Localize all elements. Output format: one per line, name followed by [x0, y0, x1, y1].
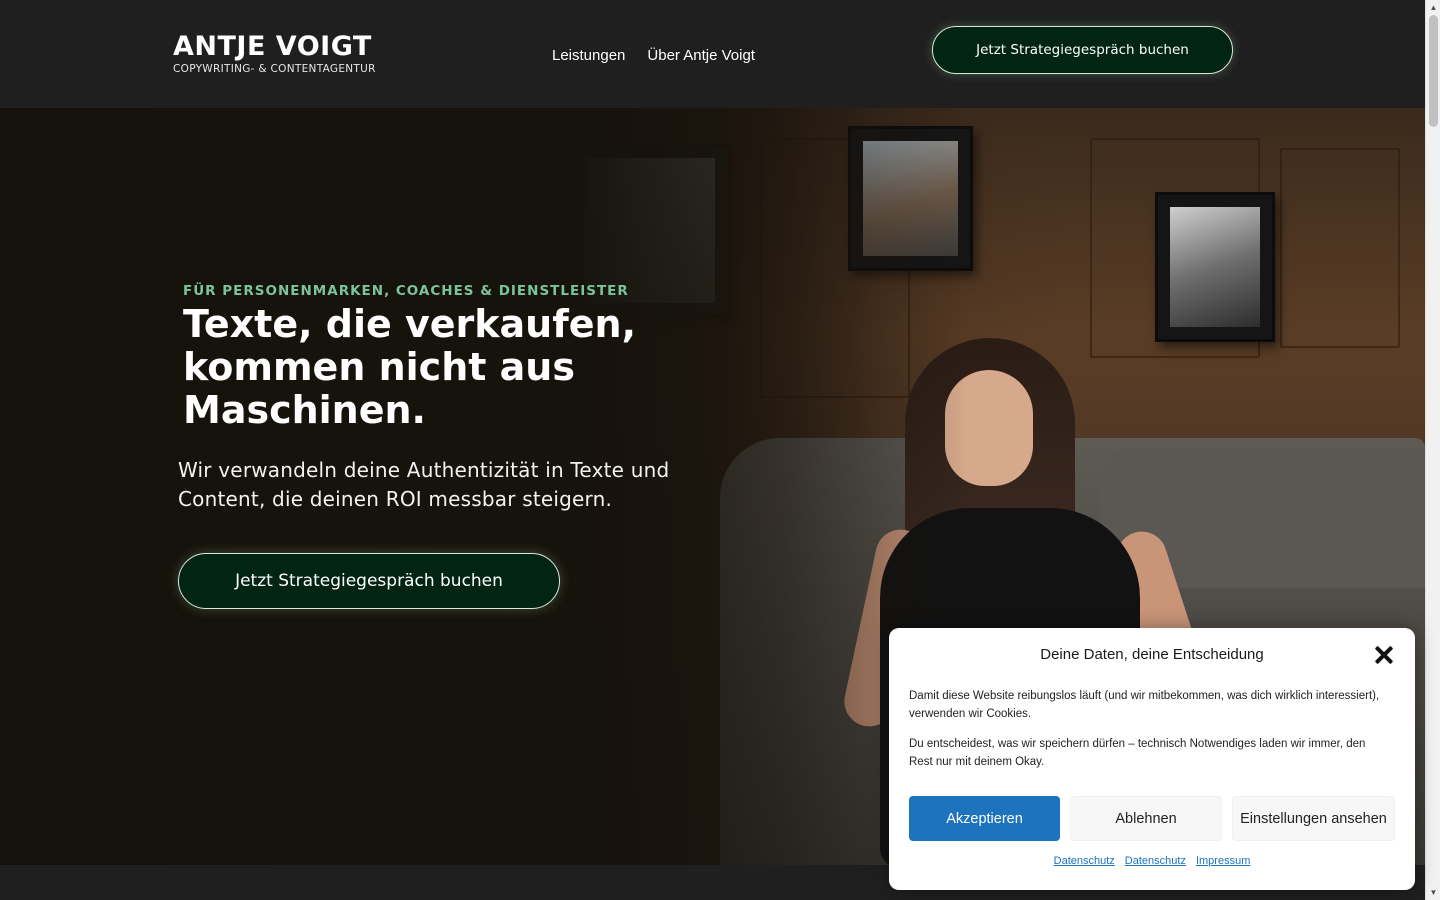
nav-link-ueber-antje-voigt[interactable]: Über Antje Voigt	[647, 47, 755, 64]
cookie-deny-button[interactable]: Ablehnen	[1070, 796, 1222, 841]
scroll-down-arrow-icon[interactable]: ▼	[1426, 885, 1440, 900]
cookie-accept-button[interactable]: Akzeptieren	[909, 796, 1060, 841]
scrollbar-thumb[interactable]	[1429, 15, 1438, 127]
scroll-up-arrow-icon[interactable]: ▲	[1426, 0, 1440, 15]
close-icon[interactable]	[1373, 644, 1395, 666]
nav-link-leistungen[interactable]: Leistungen	[552, 47, 625, 64]
cookie-legal-links: Datenschutz Datenschutz Impressum	[889, 855, 1415, 867]
logo-wordmark: ANTJE VOIGT	[173, 31, 372, 62]
site-header: ANTJE VOIGT COPYWRITING- & CONTENTAGENTU…	[0, 0, 1425, 108]
cookie-settings-button[interactable]: Einstellungen ansehen	[1232, 796, 1395, 841]
cookie-text-intro: Damit diese Website reibungslos läuft (u…	[909, 690, 1380, 720]
imprint-link[interactable]: Impressum	[1196, 855, 1250, 867]
hero-headline: Texte, die verkaufen, kommen nicht aus M…	[183, 302, 637, 432]
hero-eyebrow: FÜR PERSONENMARKEN, COACHES & DIENSTLEIS…	[183, 283, 629, 299]
page-scrollbar[interactable]: ▲ ▼	[1425, 0, 1440, 900]
header-booking-button[interactable]: Jetzt Strategiegespräch buchen	[932, 26, 1233, 74]
privacy-link[interactable]: Datenschutz	[1054, 855, 1115, 867]
hero-booking-button[interactable]: Jetzt Strategiegespräch buchen	[178, 553, 560, 609]
hero-subline: Wir verwandeln deine Authentizität in Te…	[178, 458, 670, 511]
main-nav: Leistungen Über Antje Voigt	[552, 47, 755, 64]
cookie-dialog-title: Deine Daten, deine Entscheidung	[1040, 646, 1264, 663]
logo-tagline: COPYWRITING- & CONTENTAGENTUR	[173, 63, 376, 75]
privacy-link[interactable]: Datenschutz	[1125, 855, 1186, 867]
cookie-consent-dialog: Deine Daten, deine Entscheidung Damit di…	[889, 628, 1415, 890]
cookie-text-choice: Du entscheidest, was wir speichern dürfe…	[909, 738, 1366, 768]
brand-logo[interactable]: ANTJE VOIGT COPYWRITING- & CONTENTAGENTU…	[173, 32, 403, 78]
